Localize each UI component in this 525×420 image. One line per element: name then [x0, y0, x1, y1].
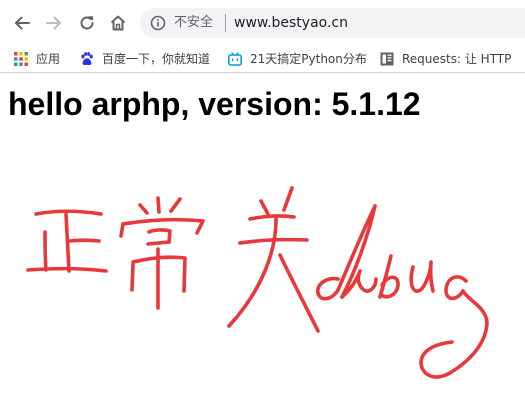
stroke [130, 262, 135, 292]
bookmark-baidu[interactable]: 百度一下，你就知道 [80, 50, 210, 68]
stroke [282, 186, 294, 212]
reload-button[interactable] [75, 11, 99, 35]
bilibili-tv-icon [228, 52, 242, 66]
security-status-label[interactable]: 不安全 [174, 15, 213, 31]
browser-toolbar: 不安全 www.bestyao.cn [0, 0, 525, 46]
book-icon [380, 52, 394, 66]
stroke [169, 197, 182, 213]
handwritten-drawing [26, 186, 489, 379]
stroke [409, 260, 435, 293]
stroke [248, 214, 296, 221]
stroke [259, 199, 270, 216]
page-heading: hello arphp, version: 5.1.12 [8, 86, 421, 122]
bookmark-requests-docs[interactable]: Requests: 让 HTTP [380, 50, 511, 68]
arrow-right-icon [46, 16, 61, 30]
arrow-left-icon [15, 16, 30, 30]
bookmark-label: 21天搞定Python分布 [250, 52, 367, 66]
bookmark-apps[interactable]: 应用 [14, 50, 60, 68]
baidu-paw-icon [81, 52, 93, 66]
stroke [419, 289, 489, 379]
apps-grid-icon [14, 52, 28, 66]
stroke [147, 228, 172, 244]
stroke [146, 240, 171, 246]
reload-icon [80, 16, 94, 30]
address-bar[interactable]: 不安全 www.bestyao.cn [140, 8, 525, 38]
stroke [444, 275, 468, 301]
stroke [67, 238, 101, 243]
url-text[interactable]: www.bestyao.cn [234, 14, 348, 32]
stroke [34, 209, 103, 216]
stroke [156, 196, 161, 214]
bookmark-label: 应用 [36, 52, 61, 66]
address-bar-divider [225, 14, 226, 32]
forward-button[interactable] [42, 11, 66, 35]
bookmark-label: Requests: 让 HTTP [402, 52, 512, 66]
stroke [138, 203, 149, 215]
home-button[interactable] [106, 11, 130, 35]
stroke [316, 276, 340, 301]
stroke [43, 230, 48, 272]
back-button[interactable] [10, 11, 34, 35]
info-circle-icon[interactable] [150, 15, 166, 31]
bookmarks-bar: 应用 百度一下，你就知道 21天搞定Python分布 Requests: 让 H… [0, 46, 525, 73]
home-icon [110, 15, 126, 31]
bookmark-python-course[interactable]: 21天搞定Python分布 [228, 50, 367, 68]
bookmark-label: 百度一下，你就知道 [102, 52, 211, 66]
stroke [26, 266, 108, 273]
stroke [227, 214, 278, 328]
stroke [119, 222, 125, 238]
stroke [278, 253, 320, 333]
